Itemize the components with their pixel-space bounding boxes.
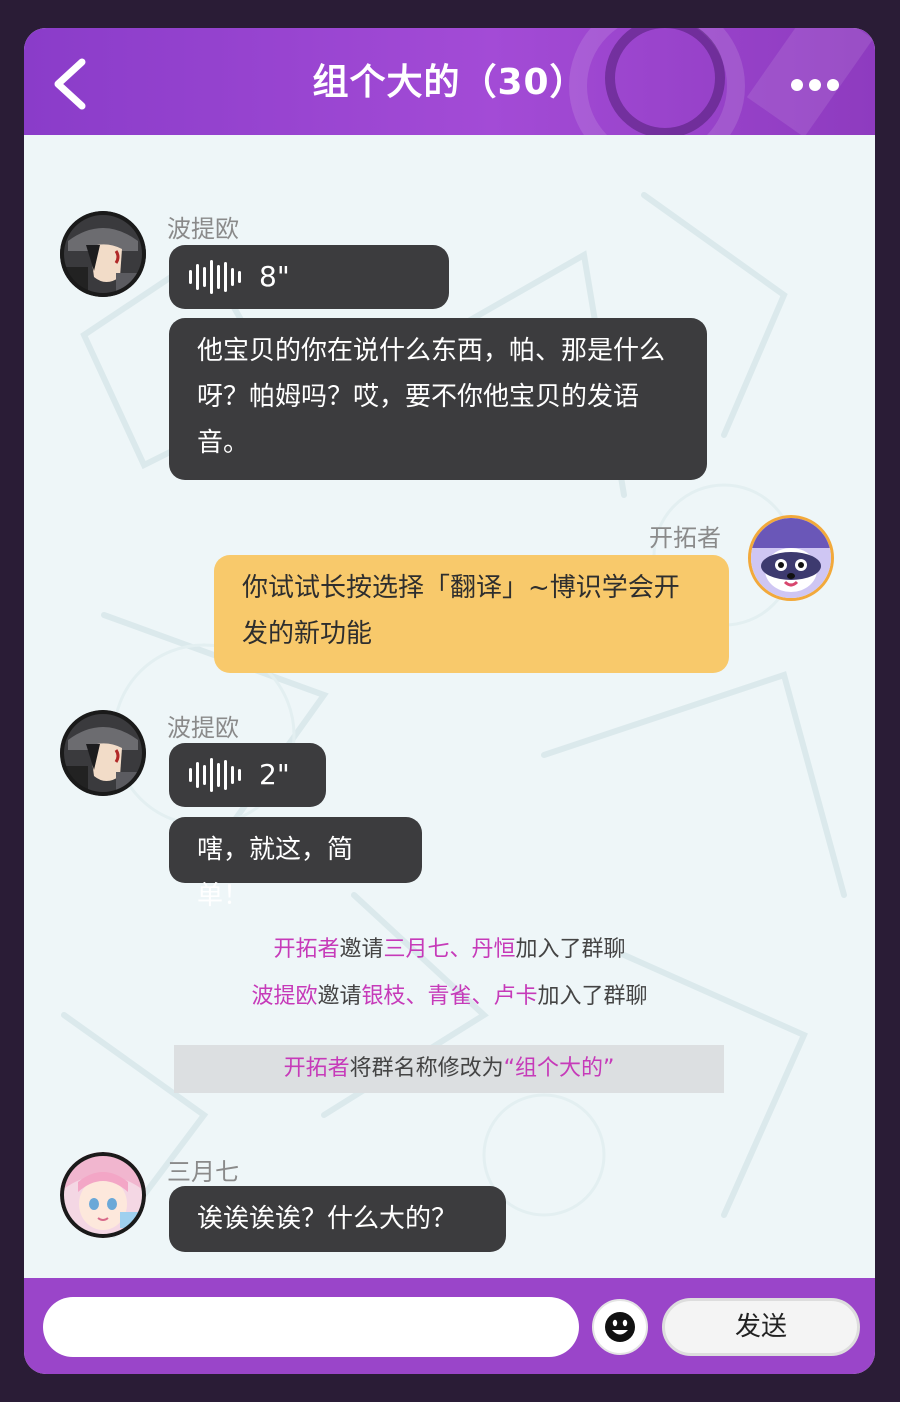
- background-art: [61, 192, 847, 1238]
- send-button[interactable]: 发送: [662, 1298, 860, 1356]
- message-list[interactable]: 波提欧 8" 他宝贝的你在说什么东西，帕、那是什么呀？帕姆吗？哎，要不你他宝贝的…: [24, 135, 875, 1278]
- message-bubble[interactable]: 嗐，就这，简单！: [169, 817, 422, 911]
- message-bubble[interactable]: 诶诶诶诶？什么大的？: [169, 1186, 506, 1252]
- march-7th-avatar-art: [60, 1152, 146, 1238]
- message-bubble[interactable]: 他宝贝的你在说什么东西，帕、那是什么呀？帕姆吗？哎，要不你他宝贝的发语音。: [169, 318, 707, 480]
- avatar-boothill[interactable]: [60, 710, 146, 796]
- chat-window: 组个大的（30） 波提欧 8" 他宝贝的你在说什么东西，帕、那是什么呀？帕姆吗？…: [24, 28, 875, 1374]
- voice-wave-icon: [189, 757, 245, 793]
- voice-duration: 8": [259, 260, 290, 293]
- more-dots-icon: [791, 79, 803, 91]
- voice-wave-icon: [189, 259, 245, 295]
- voice-duration: 2": [259, 758, 290, 791]
- chat-header: 组个大的（30）: [24, 28, 875, 135]
- system-message-rename: 开拓者将群名称修改为“组个大的”: [174, 1045, 724, 1093]
- chat-title: 组个大的（30）: [312, 62, 587, 103]
- message-input[interactable]: [43, 1297, 579, 1357]
- more-button[interactable]: [791, 76, 849, 96]
- boothill-avatar-art: [60, 710, 146, 796]
- avatar-march-7th[interactable]: [60, 1152, 146, 1238]
- emoji-face-icon: [605, 1312, 635, 1342]
- system-message-invite-2: 波提欧邀请银枝、青雀、卢卡加入了群聊: [251, 984, 648, 1009]
- voice-message[interactable]: 2": [169, 743, 326, 807]
- sender-name: 开拓者: [649, 524, 721, 552]
- sender-name: 三月七: [167, 1158, 239, 1186]
- avatar-boothill[interactable]: [60, 211, 146, 297]
- composer-bar: 发送: [24, 1278, 875, 1374]
- system-message-invite-1: 开拓者邀请三月七、丹恒加入了群聊: [273, 937, 626, 962]
- sender-name: 波提欧: [167, 215, 239, 243]
- message-bubble[interactable]: 你试试长按选择「翻译」~博识学会开发的新功能: [214, 555, 729, 673]
- emoji-button[interactable]: [592, 1299, 648, 1355]
- avatar-trailblazer[interactable]: [748, 515, 834, 601]
- sender-name: 波提欧: [167, 714, 239, 742]
- voice-message[interactable]: 8": [169, 245, 449, 309]
- pom-pom-avatar-art: [751, 518, 831, 598]
- boothill-avatar-art: [60, 211, 146, 297]
